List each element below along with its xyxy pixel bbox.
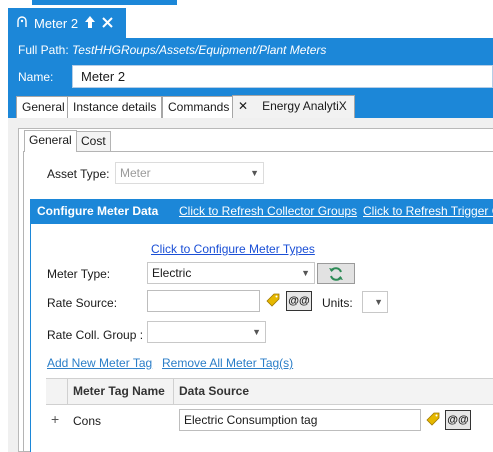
tab-close-icon[interactable]: ✕	[238, 96, 248, 118]
configure-types-link[interactable]: Click to Configure Meter Types	[151, 242, 315, 256]
name-input[interactable]: Meter 2	[72, 65, 493, 88]
document-tab[interactable]: Meter 2	[8, 8, 126, 38]
meter-type-value: Electric	[152, 266, 192, 280]
subtab-cost[interactable]: Cost	[76, 131, 111, 151]
table-row: + Cons Electric Consumption tag @@	[46, 405, 493, 435]
tab-instance-details[interactable]: Instance details	[67, 96, 163, 118]
rate-source-at-button[interactable]: @@	[286, 291, 312, 311]
tag-icon[interactable]	[266, 293, 280, 310]
grid-header-tag-name[interactable]: Meter Tag Name	[73, 384, 165, 398]
chevron-down-icon: ▼	[374, 297, 383, 307]
row-at-button[interactable]: @@	[445, 410, 471, 430]
asset-type-label: Asset Type:	[47, 167, 110, 181]
refresh-collector-link[interactable]: Click to Refresh Collector Groups	[179, 204, 357, 218]
rate-coll-group-label: Rate Coll. Group :	[47, 328, 144, 342]
grid-divider	[67, 378, 68, 405]
meter-type-select[interactable]: Electric ▼	[147, 262, 315, 284]
subtab-general[interactable]: General	[24, 130, 77, 152]
rate-coll-group-select[interactable]: ▼	[147, 321, 266, 343]
full-path-label: Full Path:	[18, 43, 69, 57]
expand-row-icon[interactable]: +	[51, 411, 59, 427]
remove-meter-tags-link[interactable]: Remove All Meter Tag(s)	[162, 356, 293, 370]
refresh-trigger-link[interactable]: Click to Refresh Trigger G	[363, 204, 493, 218]
grid-header-data-source[interactable]: Data Source	[179, 384, 249, 398]
pin-up-icon[interactable]	[84, 15, 96, 32]
tab-energy-analytix[interactable]: ✕ Energy AnalytiX	[232, 95, 355, 118]
tag-icon[interactable]	[426, 412, 440, 429]
name-label: Name:	[18, 70, 54, 84]
units-label: Units:	[322, 296, 353, 310]
chevron-down-icon: ▼	[252, 327, 261, 337]
tab-energy-label: Energy AnalytiX	[262, 99, 347, 113]
add-meter-tag-link[interactable]: Add New Meter Tag	[47, 356, 152, 370]
meter-icon	[16, 15, 28, 31]
full-path-row: Full Path: TestHHGRoups/Assets/Equipment…	[18, 43, 326, 57]
top-accent-bar	[32, 0, 177, 5]
close-tab-icon[interactable]	[102, 16, 113, 31]
chevron-down-icon: ▼	[301, 268, 310, 278]
tab-commands[interactable]: Commands	[162, 96, 236, 118]
asset-type-value: Meter	[120, 166, 151, 180]
tab-general[interactable]: General	[16, 96, 71, 118]
configure-title: Configure Meter Data	[37, 204, 159, 218]
asset-type-select: Meter ▼	[115, 162, 264, 184]
rate-source-label: Rate Source:	[47, 296, 118, 310]
row-tag-name: Cons	[73, 414, 102, 428]
rate-source-input[interactable]	[147, 290, 260, 312]
row-data-source-input[interactable]: Electric Consumption tag	[179, 409, 421, 431]
chevron-down-icon: ▼	[250, 168, 259, 178]
refresh-button[interactable]	[317, 263, 355, 284]
grid-divider	[173, 378, 174, 405]
document-tab-title: Meter 2	[34, 15, 79, 31]
full-path-value: TestHHGRoups/Assets/Equipment/Plant Mete…	[72, 43, 327, 57]
meter-type-label: Meter Type:	[47, 267, 111, 281]
refresh-icon	[328, 266, 344, 285]
units-select[interactable]: ▼	[362, 291, 388, 313]
